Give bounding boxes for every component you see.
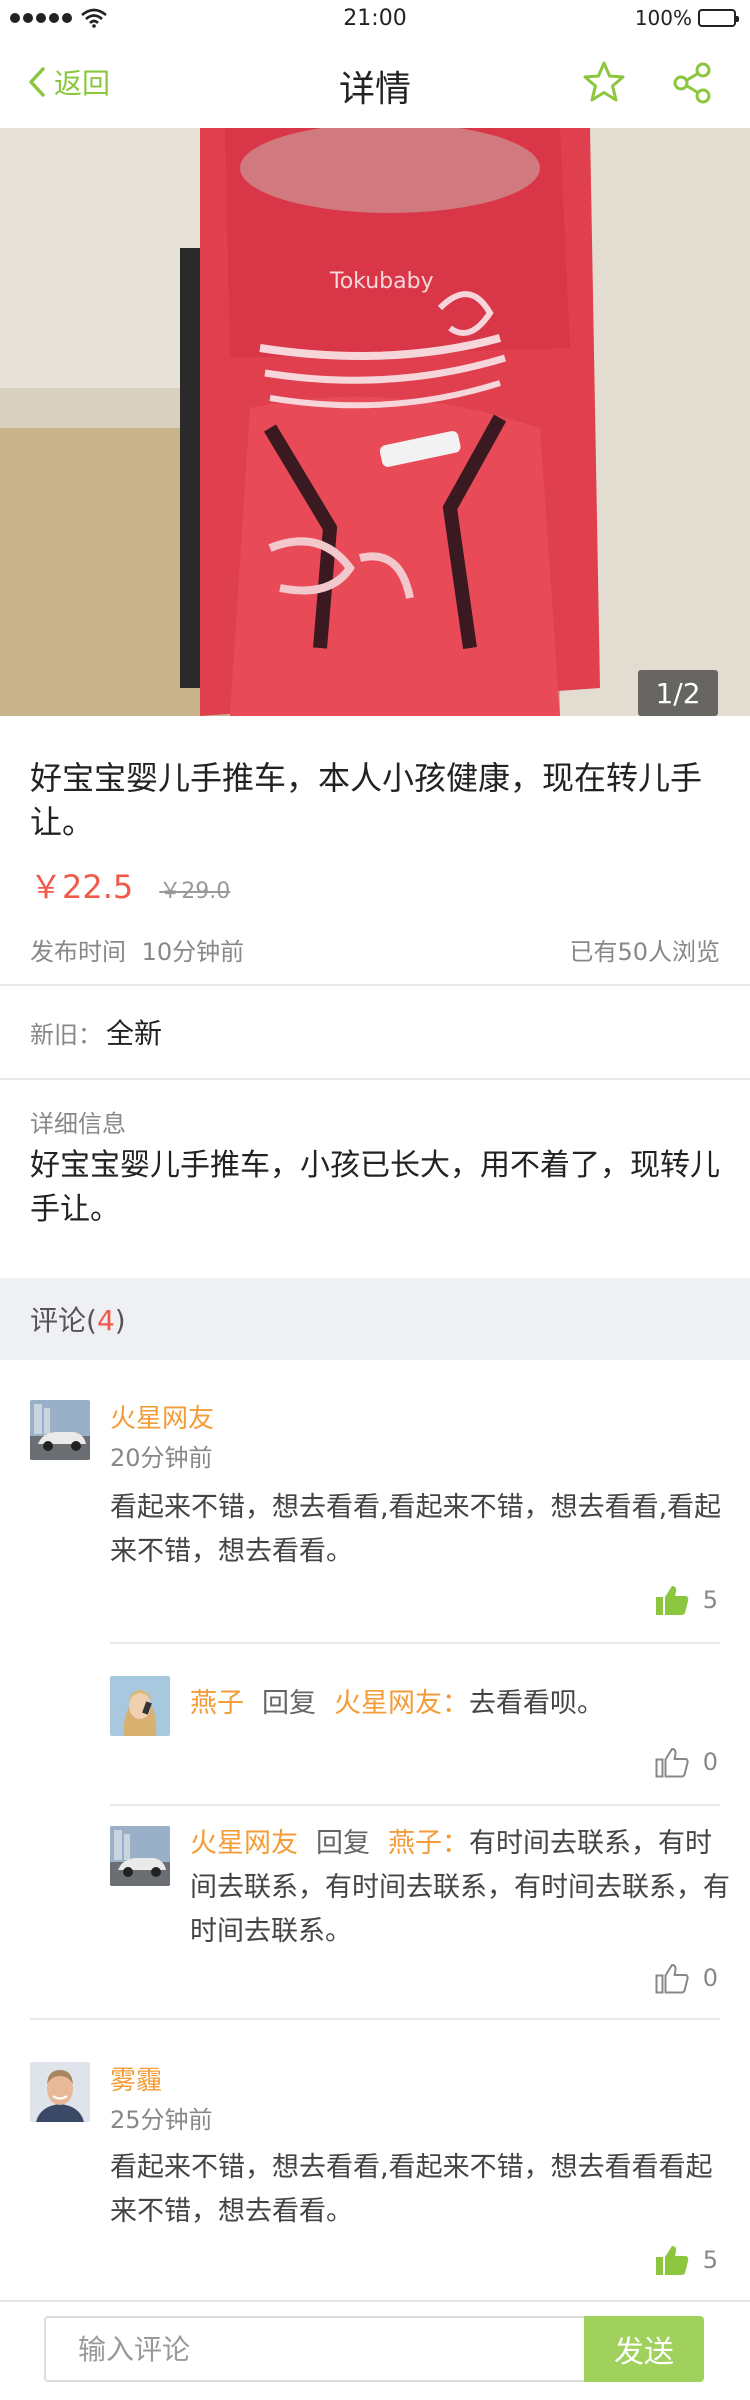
battery-percent: 100% [634, 6, 692, 30]
detail-label: 详细信息 [30, 1110, 126, 1138]
price-current: ￥22.5 [30, 868, 134, 906]
thumbs-up-outline-icon [655, 1964, 689, 1994]
comments-label: 评论( [30, 1304, 97, 1337]
like-button[interactable]: 5 [655, 2244, 718, 2276]
thumbs-up-icon [655, 2246, 688, 2275]
reply-word: 回复 [262, 1688, 316, 1719]
status-bar: 21:00 100% [0, 0, 750, 40]
condition-row: 新旧： 全新 [30, 1012, 162, 1052]
comments-header: 评论(4) [0, 1278, 750, 1360]
reply-item: 火星网友 回复 燕子：有时间去联系，有时间去联系，有时间去联系，有时间去联系，有时间… [190, 1822, 730, 1954]
meta-row: 发布时间 10分钟前 已有50人浏览 [30, 932, 720, 967]
comments-title: 评论(4) [30, 1299, 126, 1339]
publish-label: 发布时间 [30, 938, 126, 966]
divider [110, 1804, 720, 1806]
like-button[interactable]: 0 [655, 1746, 718, 1778]
comment-text: 看起来不错，想去看看,看起来不错，想去看看,看起来不错，想去看看。 [110, 1492, 722, 1567]
woman-avatar-image [110, 1676, 170, 1736]
like-button[interactable]: 5 [655, 1584, 718, 1616]
share-icon[interactable] [672, 62, 712, 104]
image-counter: 1/2 [638, 670, 718, 716]
comment-input-bar: 发送 [0, 2300, 750, 2400]
comment-text: 看起来不错，想去看看,看起来不错，想去看看看起来不错，想去看看。 [110, 2152, 713, 2227]
avatar[interactable] [30, 2062, 90, 2122]
publish-time: 10分钟前 [141, 938, 245, 966]
car-avatar-image [110, 1826, 170, 1886]
page-title: 详情 [338, 69, 411, 110]
thumbs-up-outline-icon [655, 1748, 689, 1778]
product-title: 好宝宝婴儿手推车，本人小孩健康，现在转儿手让。 [30, 759, 703, 841]
avatar[interactable] [110, 1676, 170, 1736]
star-icon[interactable] [582, 60, 626, 104]
send-button[interactable]: 发送 [584, 2316, 704, 2382]
divider [110, 1642, 720, 1644]
comment-time: 20分钟前 [110, 1444, 213, 1472]
reply-word: 回复 [316, 1828, 370, 1859]
commenter-name[interactable]: 雾霾 [110, 2060, 162, 2097]
comments-label-close: ) [114, 1304, 126, 1337]
like-count: 5 [702, 1586, 718, 1614]
like-count: 5 [702, 2246, 718, 2274]
comments-count: 4 [96, 1304, 115, 1337]
reply-text: 去看看呗。 [469, 1688, 604, 1719]
nav-bar: 返回 详情 [0, 40, 750, 128]
view-count: 已有50人浏览 [569, 938, 720, 966]
reply-target[interactable]: 火星网友： [334, 1688, 469, 1719]
like-count: 0 [702, 1748, 718, 1776]
divider [30, 2018, 720, 2020]
svg-text:Tokubaby: Tokubaby [329, 269, 434, 294]
avatar[interactable] [30, 1400, 90, 1460]
detail-text: 好宝宝婴儿手推车，小孩已长大，用不着了，现转儿手让。 [30, 1148, 720, 1227]
product-image-gallery[interactable]: Tokubaby 1/2 [0, 128, 750, 716]
publish-info: 发布时间 10分钟前 [30, 932, 244, 967]
price-original: ￥29.0 [159, 879, 231, 904]
price-row: ￥22.5 ￥29.0 [30, 862, 230, 908]
reply-author[interactable]: 火星网友 [190, 1828, 298, 1859]
divider [0, 1078, 750, 1080]
car-avatar-image [30, 1400, 90, 1460]
detail-page: 21:00 100% 返回 详情 Tokubaby 1/2 好宝宝婴儿手推车，本… [0, 0, 750, 2400]
comment-input[interactable] [44, 2316, 584, 2382]
commenter-name[interactable]: 火星网友 [110, 1398, 214, 1435]
comment-time: 25分钟前 [110, 2106, 213, 2134]
man-avatar-image [30, 2062, 90, 2122]
like-button[interactable]: 0 [655, 1962, 718, 1994]
battery-icon [698, 9, 739, 27]
stroller-photo: Tokubaby [0, 128, 750, 716]
thumbs-up-icon [655, 1586, 688, 1615]
battery-status: 100% [634, 6, 739, 30]
avatar[interactable] [110, 1826, 170, 1886]
condition-value: 全新 [106, 1017, 163, 1050]
reply-item: 燕子 回复 火星网友：去看看呗。 [190, 1682, 720, 1726]
condition-label: 新旧： [30, 1021, 102, 1049]
divider [0, 984, 750, 986]
reply-target[interactable]: 燕子： [388, 1828, 469, 1859]
reply-author[interactable]: 燕子 [190, 1688, 244, 1719]
like-count: 0 [702, 1964, 718, 1992]
